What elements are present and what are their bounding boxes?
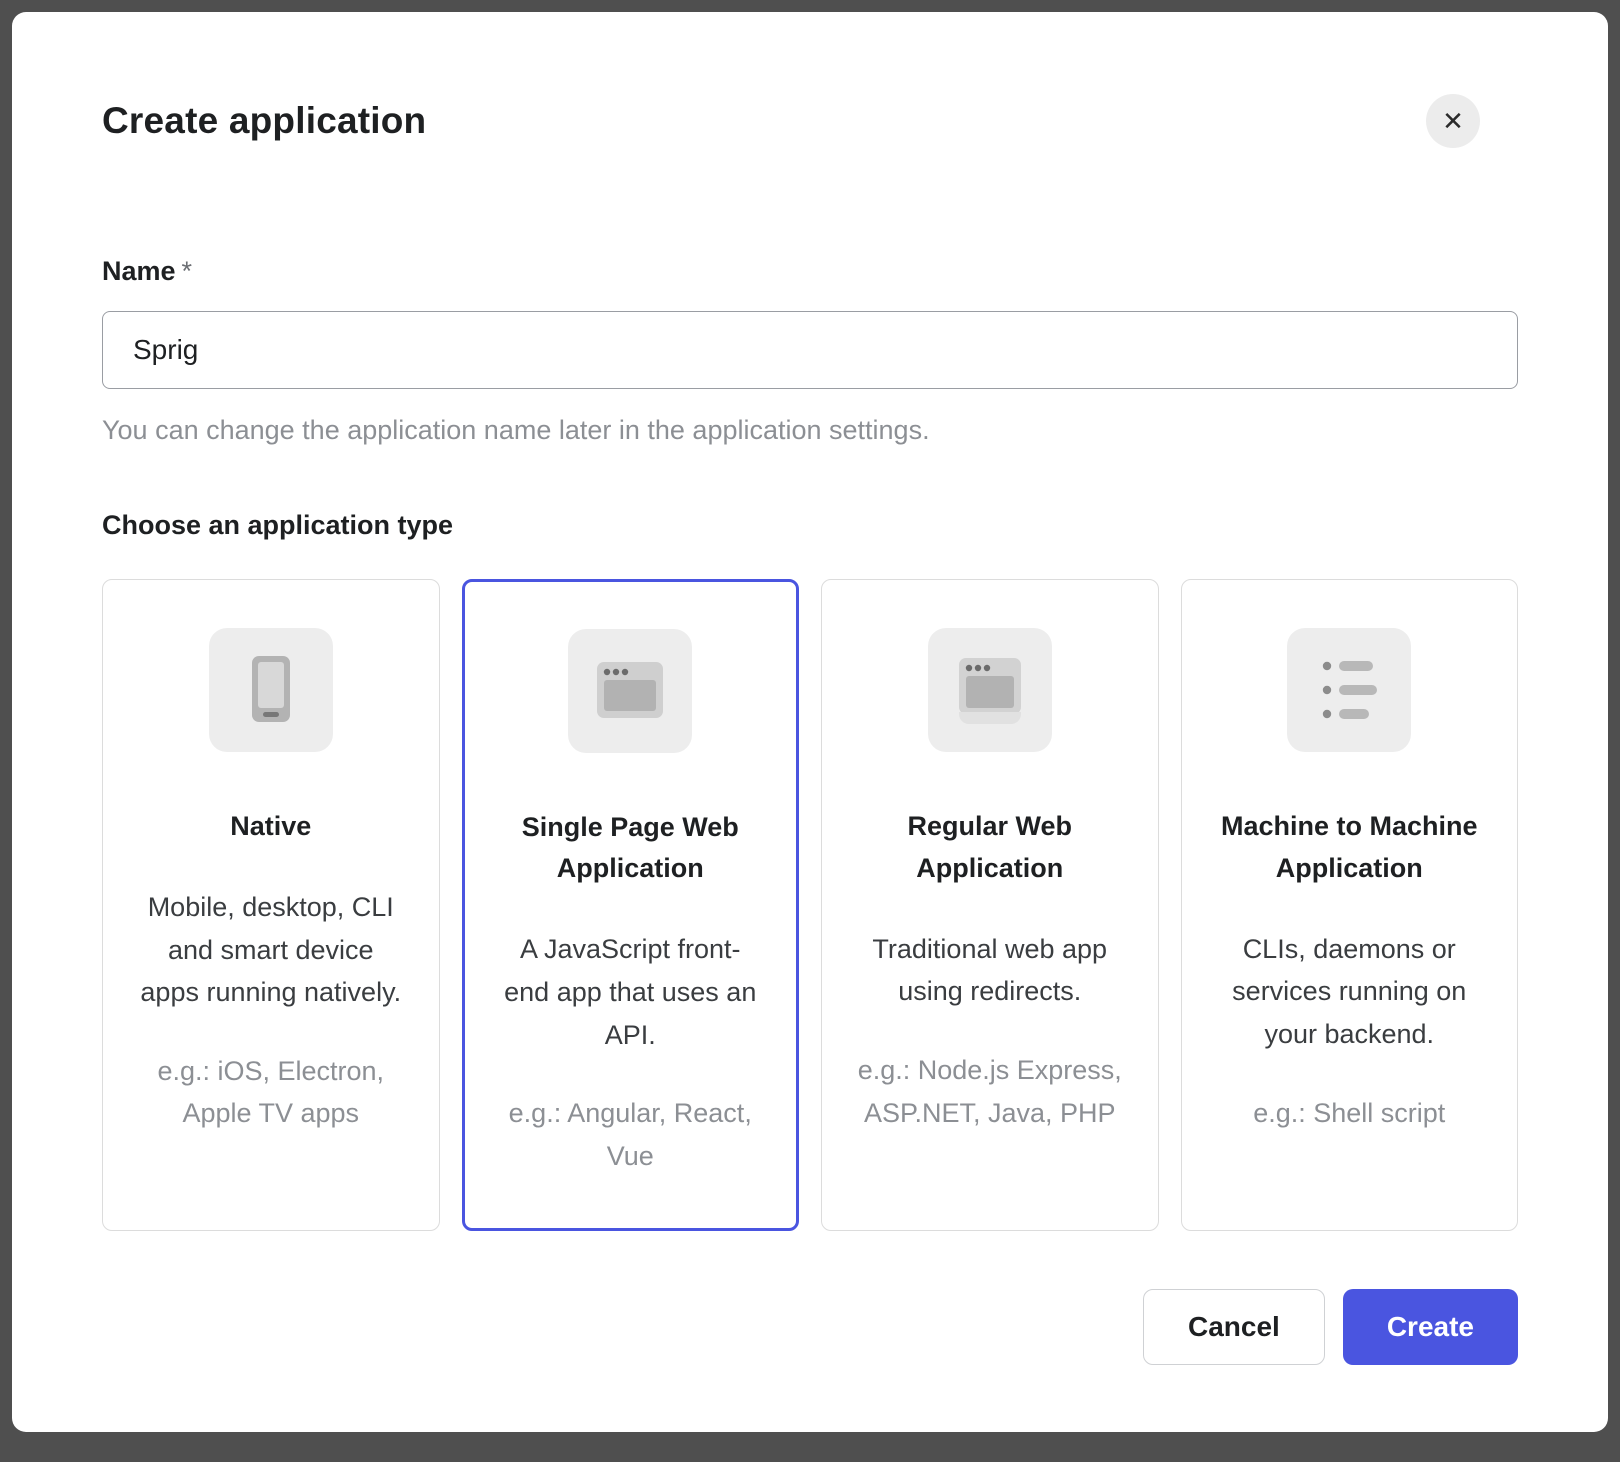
- close-button[interactable]: ✕: [1426, 94, 1480, 148]
- close-icon: ✕: [1442, 94, 1464, 148]
- cancel-button[interactable]: Cancel: [1143, 1289, 1325, 1365]
- name-label: Name*: [102, 256, 1518, 287]
- app-type-card-spa[interactable]: Single Page Web Application A JavaScript…: [462, 579, 800, 1231]
- card-example: e.g.: Angular, React, Vue: [485, 1092, 777, 1177]
- type-section-label: Choose an application type: [102, 510, 1518, 541]
- name-helper-text: You can change the application name late…: [102, 415, 1518, 446]
- app-type-card-native[interactable]: Native Mobile, desktop, CLI and smart de…: [102, 579, 440, 1231]
- name-label-text: Name: [102, 256, 176, 286]
- name-field-section: Name* You can change the application nam…: [102, 256, 1518, 446]
- card-title: Native: [123, 806, 419, 848]
- application-type-cards: Native Mobile, desktop, CLI and smart de…: [102, 579, 1518, 1231]
- create-application-modal: Create application ✕ Name* You can chang…: [12, 12, 1608, 1432]
- required-indicator: *: [182, 256, 193, 286]
- browser-window-icon: [568, 629, 692, 753]
- phone-icon: [209, 628, 333, 752]
- card-example: e.g.: Shell script: [1202, 1092, 1498, 1135]
- card-description: CLIs, daemons or services running on you…: [1202, 928, 1498, 1056]
- card-title: Single Page Web Application: [485, 807, 777, 891]
- card-example: e.g.: iOS, Electron, Apple TV apps: [123, 1050, 419, 1135]
- app-type-card-m2m[interactable]: Machine to Machine Application CLIs, dae…: [1181, 579, 1519, 1231]
- card-title: Machine to Machine Application: [1202, 806, 1498, 890]
- browser-monitor-icon: [928, 628, 1052, 752]
- modal-header: Create application ✕: [102, 94, 1518, 148]
- application-name-input[interactable]: [102, 311, 1518, 389]
- server-stack-icon: [1287, 628, 1411, 752]
- create-button[interactable]: Create: [1343, 1289, 1518, 1365]
- modal-footer: Cancel Create: [102, 1289, 1518, 1365]
- card-example: e.g.: Node.js Express, ASP.NET, Java, PH…: [842, 1049, 1138, 1134]
- application-type-section: Choose an application type Native Mobile…: [102, 510, 1518, 1231]
- card-title: Regular Web Application: [842, 806, 1138, 890]
- page-title: Create application: [102, 100, 426, 142]
- card-description: A JavaScript front-end app that uses an …: [485, 928, 777, 1056]
- app-type-card-regular-web[interactable]: Regular Web Application Traditional web …: [821, 579, 1159, 1231]
- card-description: Mobile, desktop, CLI and smart device ap…: [123, 886, 419, 1014]
- card-description: Traditional web app using redirects.: [842, 928, 1138, 1013]
